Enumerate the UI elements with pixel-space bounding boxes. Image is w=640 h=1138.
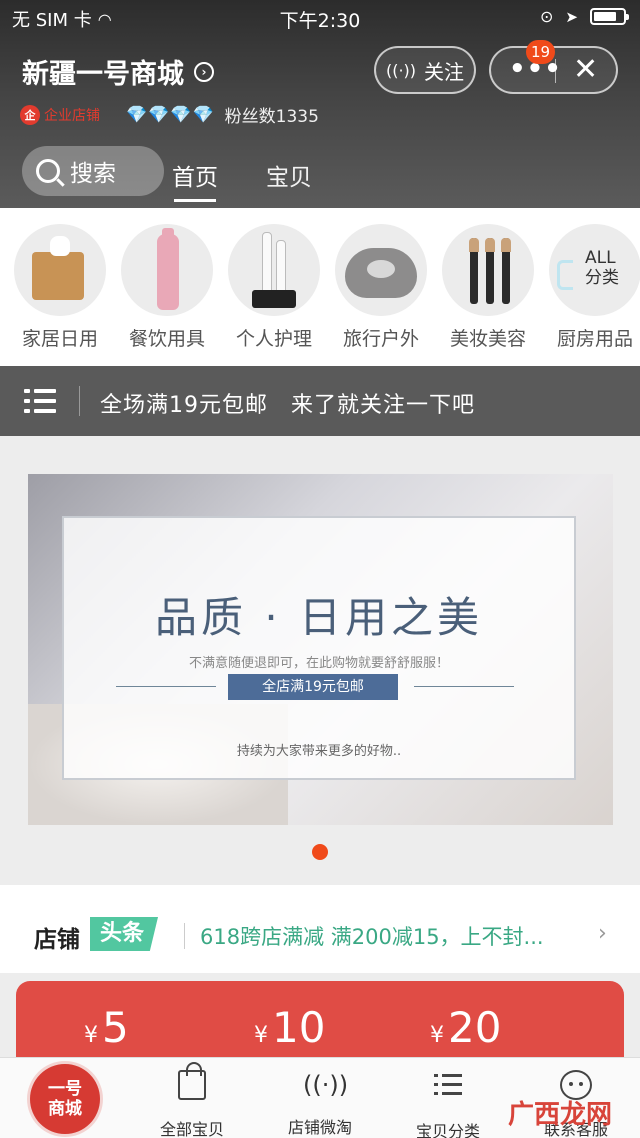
bottle-icon — [121, 224, 213, 316]
category-label: 旅行户外 — [342, 328, 419, 350]
tissue-box-icon — [14, 224, 106, 316]
category-kitchen[interactable]: ALL 分类 厨房用品 — [545, 224, 640, 351]
banner-footer: 持续为大家带来更多的好物.. — [236, 744, 402, 759]
store-meta: 企 企业店铺 💎💎💎💎 粉丝数1335 — [20, 102, 319, 127]
tab-store-feed[interactable]: ((·)) 店铺微淘 — [270, 1068, 370, 1138]
coupon-10[interactable]: ¥ 10 — [254, 1003, 325, 1052]
tab-label: 全部宝贝 — [159, 1120, 224, 1138]
neck-pillow-icon — [335, 224, 427, 316]
tab-home[interactable]: 首页 — [172, 158, 218, 202]
rotation-lock-icon: ⊙ — [540, 7, 554, 26]
category-label: 厨房用品 — [556, 328, 633, 350]
makeup-brush-icon — [442, 224, 534, 316]
watermark: 广西龙网 — [508, 1100, 613, 1130]
category-personal-care[interactable]: 个人护理 — [224, 224, 324, 351]
broadcast-icon: ((·)) — [385, 60, 417, 80]
category-beauty[interactable]: 美妆美容 — [438, 224, 538, 351]
coupon-amount: 20 — [448, 1003, 502, 1052]
category-label: 个人护理 — [235, 328, 312, 350]
store-name-label: 新疆一号商城 — [22, 59, 184, 90]
status-bar: 无 SIM 卡 ◠ 下午2:30 ⊙ ➤ — [0, 0, 640, 34]
tab-items[interactable]: 宝贝 — [266, 158, 312, 192]
category-strip: 家居日用 餐饮用具 个人护理 旅行户外 美妆美容 ALL 分类 厨房用品 — [0, 208, 640, 366]
tab-item-categories[interactable]: 宝贝分类 — [398, 1068, 498, 1138]
all-sub-label: 分类 — [585, 268, 619, 288]
fans-count: 粉丝数1335 — [224, 107, 319, 127]
headline-shop-label: 店铺 — [34, 927, 80, 953]
chevron-right-icon: › — [194, 61, 214, 82]
category-label: 美妆美容 — [449, 328, 526, 350]
close-icon[interactable]: ✕ — [573, 52, 598, 87]
store-name[interactable]: 新疆一号商城 › — [22, 52, 214, 91]
capsule-divider — [555, 59, 556, 83]
broadcast-icon: ((·)) — [303, 1071, 349, 1099]
tab-label: 店铺微淘 — [287, 1118, 352, 1137]
coupon-20[interactable]: ¥ 20 — [430, 1003, 501, 1052]
notification-badge: 19 — [526, 40, 556, 64]
tab-all-items[interactable]: 全部宝贝 — [142, 1062, 242, 1138]
category-dining[interactable]: 餐饮用具 — [117, 224, 217, 351]
headline-divider — [184, 923, 185, 949]
enterprise-icon: 企 — [20, 104, 40, 125]
banner-rule — [414, 686, 514, 687]
battery-icon — [590, 8, 629, 25]
location-icon: ➤ — [565, 7, 578, 26]
announcement-text: 全场满19元包邮 来了就关注一下吧 — [100, 393, 475, 418]
search-button[interactable]: 搜索 — [22, 146, 164, 196]
category-label: 家居日用 — [21, 328, 98, 350]
announcement-bar[interactable]: 全场满19元包邮 来了就关注一下吧 — [0, 366, 640, 436]
category-home-goods[interactable]: 家居日用 — [10, 224, 110, 351]
list-icon — [24, 389, 56, 413]
logo-line-1: 一号 — [48, 1079, 82, 1099]
follow-label: 关注 — [424, 59, 465, 84]
banner-carousel: 品质 · 日用之美 不满意随便退即可，在此购物就要舒舒服服！ 全店满19元包邮 … — [0, 436, 640, 884]
carousel-dot-active[interactable] — [312, 844, 328, 860]
headline-text: 618跨店满减 满200减15，上不封... — [200, 925, 544, 949]
banner-card: 品质 · 日用之美 不满意随便退即可，在此购物就要舒舒服服！ 全店满19元包邮 … — [62, 516, 576, 780]
currency-symbol: ¥ — [84, 1023, 98, 1048]
toothbrush-icon — [228, 224, 320, 316]
banner-subtitle: 不满意随便退即可，在此购物就要舒舒服服！ — [188, 656, 449, 671]
search-label: 搜索 — [70, 161, 116, 187]
store-header: 无 SIM 卡 ◠ 下午2:30 ⊙ ➤ 新疆一号商城 › ((·)) 关注 •… — [0, 0, 640, 208]
coupon-5[interactable]: ¥ 5 — [84, 1003, 129, 1052]
category-label: 餐饮用具 — [128, 328, 205, 350]
chevron-right-icon: › — [598, 921, 607, 946]
promo-banner[interactable]: 品质 · 日用之美 不满意随便退即可，在此购物就要舒舒服服！ 全店满19元包邮 … — [28, 474, 613, 825]
banner-rule — [116, 686, 216, 687]
currency-symbol: ¥ — [254, 1023, 268, 1048]
coupon-amount: 10 — [272, 1003, 326, 1052]
tab-label: 宝贝分类 — [415, 1122, 480, 1138]
logo-line-2: 商城 — [48, 1099, 82, 1119]
announcement-divider — [79, 386, 80, 416]
currency-symbol: ¥ — [430, 1023, 444, 1048]
coupon-amount: 5 — [102, 1003, 129, 1052]
banner-tag: 全店满19元包邮 — [228, 674, 398, 700]
category-travel[interactable]: 旅行户外 — [331, 224, 431, 351]
banner-title: 品质 · 日用之美 — [154, 593, 484, 642]
shopping-bag-icon — [178, 1062, 206, 1100]
follow-button[interactable]: ((·)) 关注 — [374, 46, 476, 94]
store-logo-button[interactable]: 一号 商城 — [30, 1064, 100, 1134]
list-icon — [434, 1072, 462, 1098]
status-indicators: ⊙ ➤ — [540, 7, 629, 26]
all-categories-icon: ALL 分类 — [549, 224, 640, 316]
all-label: ALL — [585, 248, 616, 268]
headline-tag: 头条 — [90, 917, 159, 951]
shop-headline[interactable]: 店铺 头条 618跨店满减 满200减15，上不封... › — [0, 885, 640, 973]
diamond-rating-icon: 💎💎💎💎 — [126, 104, 215, 125]
enterprise-label: 企业店铺 — [44, 107, 100, 124]
search-icon — [36, 159, 60, 183]
